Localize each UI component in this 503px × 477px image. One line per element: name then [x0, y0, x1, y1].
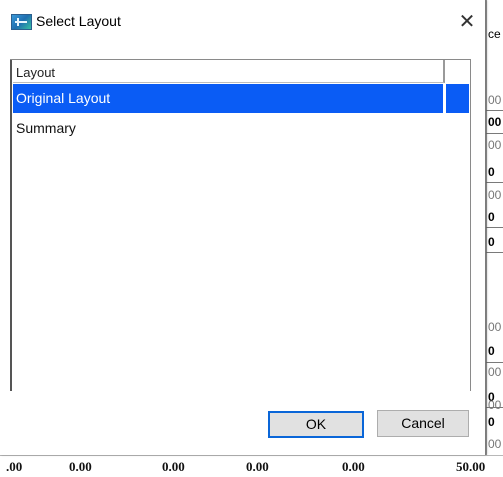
row-separator [443, 84, 445, 113]
selection-highlight [446, 84, 469, 113]
background-total-value: 0.00 [342, 459, 365, 474]
background-total-value: 50.00 [456, 459, 486, 474]
dialog-title: Select Layout [36, 13, 121, 29]
background-cell: 0 [488, 165, 495, 179]
ok-button[interactable]: OK [268, 411, 364, 438]
background-cell: 00 [488, 398, 502, 412]
background-cell: 00 [488, 437, 502, 451]
background-total-value: 0.00 [69, 459, 92, 474]
select-layout-dialog: Select Layout ✕ Layout Original Layout S… [0, 0, 486, 455]
app-icon [11, 14, 32, 30]
background-cell: 00 [488, 138, 502, 152]
background-total-value: 0.00 [162, 459, 185, 474]
cancel-button[interactable]: Cancel [377, 410, 469, 437]
background-row-line [486, 182, 503, 183]
background-total-value: 0.00 [246, 459, 269, 474]
background-header-fragment: ce [488, 27, 501, 41]
column-header-label: Layout [16, 65, 56, 80]
list-item-summary[interactable]: Summary [13, 115, 443, 142]
background-cell: 00 [488, 115, 502, 129]
background-cell: 00 [488, 93, 502, 107]
dialog-titlebar[interactable]: Select Layout ✕ [0, 0, 485, 48]
background-cell: 00 [488, 320, 502, 334]
close-icon[interactable]: ✕ [449, 6, 485, 36]
background-row-line [486, 362, 503, 363]
background-row-line [486, 133, 503, 134]
background-total-value: .00 [6, 459, 23, 474]
column-header-layout[interactable]: Layout [13, 60, 445, 83]
background-row-line [486, 110, 503, 111]
background-cell: 00 [488, 188, 502, 202]
background-cell: 0 [488, 235, 495, 249]
background-cell: 0 [488, 344, 495, 358]
layout-list[interactable]: Layout Original Layout Summary [10, 59, 471, 391]
list-item-original-layout[interactable]: Original Layout [13, 84, 443, 113]
background-cell: 00 [488, 365, 502, 379]
background-cell: 0 [488, 415, 495, 429]
background-cell: 0 [488, 210, 495, 224]
background-row-line [486, 252, 503, 253]
background-row-line [486, 227, 503, 228]
